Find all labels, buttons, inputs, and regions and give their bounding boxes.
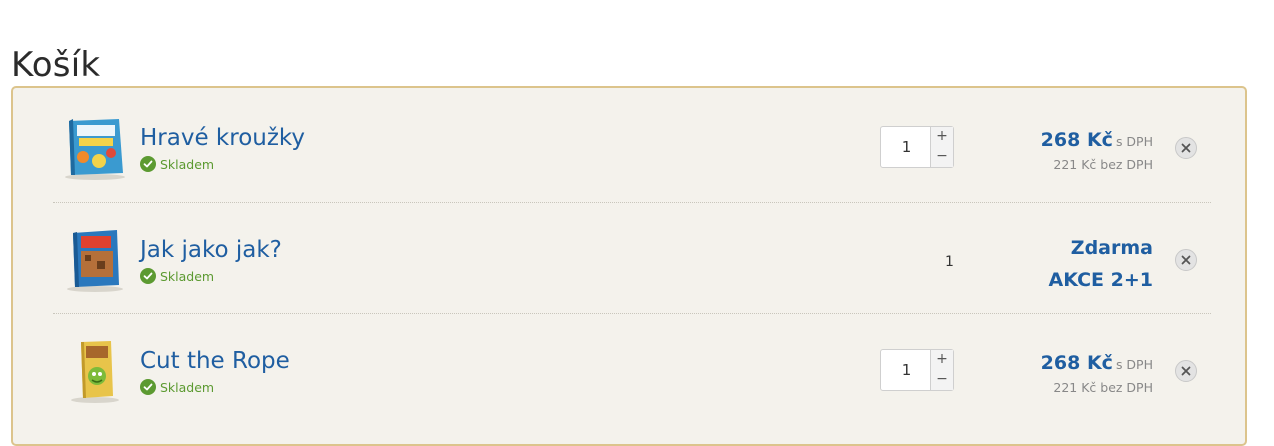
product-name-link[interactable]: Hravé kroužky (140, 125, 305, 151)
promo-action-label: AKCE 2+1 (1048, 269, 1153, 291)
remove-item-button[interactable] (1175, 360, 1197, 382)
product-image[interactable] (61, 227, 127, 293)
promo-price-block: Zdarma AKCE 2+1 (1049, 232, 1153, 296)
stock-label: Skladem (160, 156, 215, 172)
close-icon (1181, 143, 1191, 153)
product-name-link[interactable]: Jak jako jak? (140, 237, 282, 263)
stock-status: Skladem (140, 268, 214, 284)
quantity-decrease-button[interactable]: − (930, 147, 953, 167)
check-icon (140, 156, 156, 172)
remove-item-button[interactable] (1175, 249, 1197, 271)
close-icon (1181, 255, 1191, 265)
page-title: Košík (11, 44, 101, 85)
quantity-input[interactable]: 1 (881, 127, 932, 167)
price-without-vat: 221 Kč bez DPH (1053, 157, 1153, 172)
quantity-increase-button[interactable]: + (930, 127, 953, 148)
check-icon (140, 379, 156, 395)
price-without-vat: 221 Kč bez DPH (1053, 380, 1153, 395)
quantity-stepper: 1 + − (880, 126, 954, 168)
price-with-vat: 268 Kč (1040, 352, 1113, 374)
vat-label: s DPH (1115, 357, 1153, 372)
stock-label: Skladem (160, 379, 215, 395)
cart-item: Jak jako jak? Skladem 1 Zdarma AKCE 2+1 (53, 203, 1211, 314)
stock-label: Skladem (160, 268, 215, 284)
product-name-link[interactable]: Cut the Rope (140, 348, 290, 374)
promo-free-label: Zdarma (1070, 237, 1153, 259)
quantity-input[interactable]: 1 (881, 350, 932, 390)
stock-status: Skladem (140, 156, 214, 172)
vat-label: s DPH (1115, 134, 1153, 149)
quantity-decrease-button[interactable]: − (930, 370, 953, 390)
remove-item-button[interactable] (1175, 137, 1197, 159)
price-block: 268 Kč s DPH 221 Kč bez DPH (1041, 352, 1153, 395)
cart-item: Hravé kroužky Skladem 1 + − 268 Kč s DPH … (53, 91, 1211, 202)
price-with-vat: 268 Kč (1040, 129, 1113, 151)
quantity-value: 1 (945, 254, 954, 270)
quantity-increase-button[interactable]: + (930, 350, 953, 371)
quantity-stepper: 1 + − (880, 349, 954, 391)
stock-status: Skladem (140, 379, 214, 395)
product-image[interactable] (61, 338, 127, 404)
close-icon (1181, 366, 1191, 376)
cart-item: Cut the Rope Skladem 1 + − 268 Kč s DPH 2… (53, 314, 1211, 425)
check-icon (140, 268, 156, 284)
product-image[interactable] (61, 115, 127, 181)
cart-panel: Hravé kroužky Skladem 1 + − 268 Kč s DPH … (11, 86, 1247, 446)
price-block: 268 Kč s DPH 221 Kč bez DPH (1041, 129, 1153, 172)
